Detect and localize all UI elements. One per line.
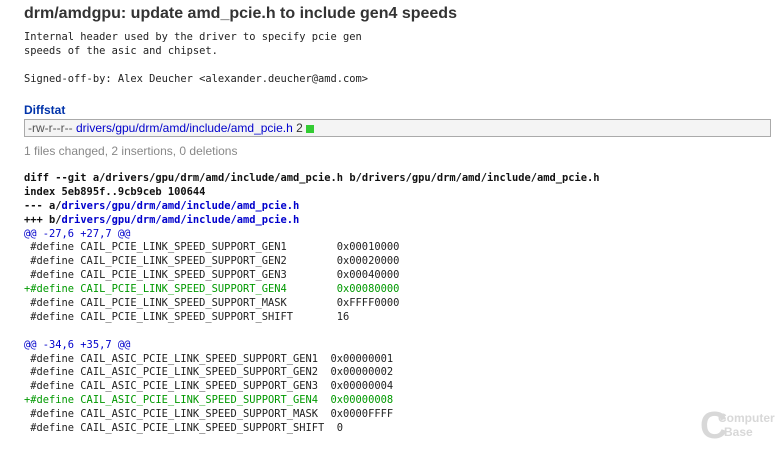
diff-index-line: index 5eb895f..9cb9ceb 100644 (24, 185, 206, 198)
diffstat-header: Diffstat (24, 103, 66, 117)
diff-context-line: #define CAIL_PCIE_LINK_SPEED_SUPPORT_GEN… (24, 255, 400, 268)
computerbase-logo: C Computer Base (700, 407, 775, 447)
diff-git-a-path: a/drivers/gpu/drm/amd/include/amd_pcie.h (92, 172, 344, 184)
diff-git-b-path: b/drivers/gpu/drm/amd/include/amd_pcie.h (343, 172, 600, 184)
hunk-separator (24, 325, 600, 339)
diffstat-file-link[interactable]: drivers/gpu/drm/amd/include/amd_pcie.h (76, 121, 293, 135)
diff-context-line: #define CAIL_ASIC_PCIE_LINK_SPEED_SUPPOR… (24, 380, 394, 393)
diff-hunks: @@ -27,6 +27,7 @@ #define CAIL_PCIE_LINK… (24, 228, 600, 436)
diff-view: diff --git a/drivers/gpu/drm/amd/include… (24, 172, 600, 436)
diff-git-prefix: diff --git (24, 172, 93, 184)
new-file-link[interactable]: drivers/gpu/drm/amd/include/amd_pcie.h (62, 214, 300, 226)
diff-added-line: +#define CAIL_PCIE_LINK_SPEED_SUPPORT_GE… (24, 283, 400, 296)
diff-context-line: #define CAIL_PCIE_LINK_SPEED_SUPPORT_GEN… (24, 269, 400, 282)
diff-context-line: #define CAIL_PCIE_LINK_SPEED_SUPPORT_GEN… (24, 241, 400, 254)
hunk-header: @@ -34,6 +35,7 @@ (24, 338, 131, 351)
diff-context-line: #define CAIL_ASIC_PCIE_LINK_SPEED_SUPPOR… (24, 352, 394, 365)
diff-context-line: #define CAIL_ASIC_PCIE_LINK_SPEED_SUPPOR… (24, 366, 394, 379)
diff-added-line: +#define CAIL_ASIC_PCIE_LINK_SPEED_SUPPO… (24, 394, 394, 407)
logo-line2: Base (724, 425, 753, 439)
diff-context-line: #define CAIL_PCIE_LINK_SPEED_SUPPORT_SHI… (24, 310, 350, 323)
hunk-header: @@ -27,6 +27,7 @@ (24, 227, 131, 240)
diffstat-summary: 1 files changed, 2 insertions, 0 deletio… (24, 144, 238, 158)
diff-context-line: #define CAIL_PCIE_LINK_SPEED_SUPPORT_MAS… (24, 297, 400, 310)
old-file-prefix: --- a/ (24, 199, 62, 212)
diff-old-file-line: --- a/drivers/gpu/drm/amd/include/amd_pc… (24, 200, 600, 214)
logo-line1: Computer (718, 411, 775, 425)
diffstat-change-count: 2 (296, 121, 303, 135)
diff-git-line: diff --git a/drivers/gpu/drm/amd/include… (24, 172, 600, 186)
diff-context-line: #define CAIL_ASIC_PCIE_LINK_SPEED_SUPPOR… (24, 422, 344, 435)
new-file-prefix: +++ b/ (24, 213, 62, 226)
diff-new-file-line: +++ b/drivers/gpu/drm/amd/include/amd_pc… (24, 214, 600, 228)
commit-title: drm/amdgpu: update amd_pcie.h to include… (24, 5, 457, 22)
diffstat-table: -rw-r--r-- drivers/gpu/drm/amd/include/a… (24, 119, 771, 137)
commit-message: Internal header used by the driver to sp… (24, 31, 369, 85)
old-file-link[interactable]: drivers/gpu/drm/amd/include/amd_pcie.h (62, 200, 300, 212)
file-mode: -rw-r--r-- (28, 121, 73, 135)
diff-context-line: #define CAIL_ASIC_PCIE_LINK_SPEED_SUPPOR… (24, 408, 394, 421)
insertions-bar (305, 124, 314, 133)
